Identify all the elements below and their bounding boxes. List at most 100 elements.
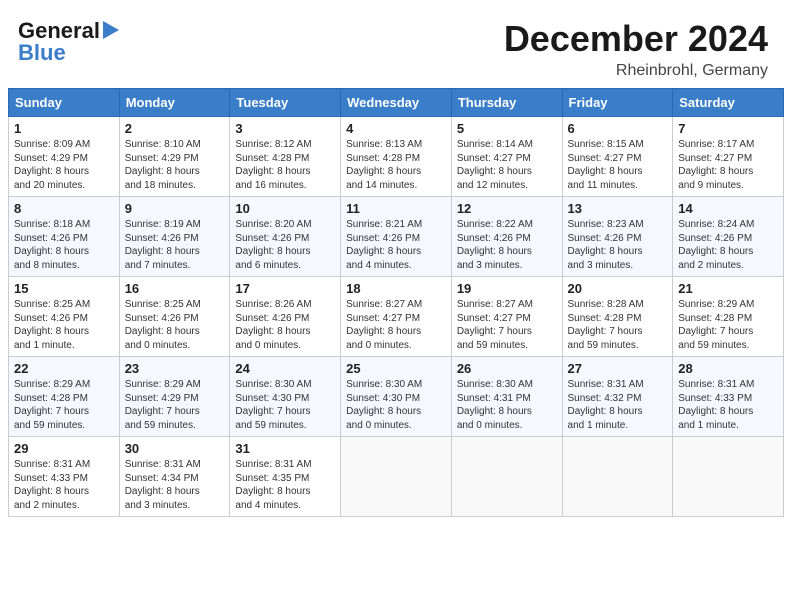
weekday-thursday: Thursday <box>451 89 562 117</box>
logo: General Blue <box>18 18 119 66</box>
day-number: 6 <box>568 121 668 136</box>
calendar-cell: 11 Sunrise: 8:21 AMSunset: 4:26 PMDayligh… <box>341 197 452 277</box>
day-number: 3 <box>235 121 335 136</box>
cell-info: Sunrise: 8:24 AMSunset: 4:26 PMDaylight:… <box>678 218 778 272</box>
day-number: 24 <box>235 361 335 376</box>
calendar-cell: 1 Sunrise: 8:09 AMSunset: 4:29 PMDaylight… <box>9 117 120 197</box>
cell-info: Sunrise: 8:29 AMSunset: 4:28 PMDaylight:… <box>14 378 114 432</box>
calendar-cell: 30 Sunrise: 8:31 AMSunset: 4:34 PMDayligh… <box>119 437 230 517</box>
day-number: 4 <box>346 121 446 136</box>
calendar-cell: 16 Sunrise: 8:25 AMSunset: 4:26 PMDayligh… <box>119 277 230 357</box>
calendar-cell: 8Sunrise: 8:18 AMSunset: 4:26 PMDaylight… <box>9 197 120 277</box>
day-number: 23 <box>125 361 225 376</box>
week-row-5: 29 Sunrise: 8:31 AMSunset: 4:33 PMDayligh… <box>9 437 784 517</box>
calendar-cell: 24 Sunrise: 8:30 AMSunset: 4:30 PMDayligh… <box>230 357 341 437</box>
calendar-cell: 23 Sunrise: 8:29 AMSunset: 4:29 PMDayligh… <box>119 357 230 437</box>
day-number: 30 <box>125 441 225 456</box>
day-number: 12 <box>457 201 557 216</box>
cell-info: Sunrise: 8:28 AMSunset: 4:28 PMDaylight:… <box>568 298 668 352</box>
day-number: 22 <box>14 361 114 376</box>
cell-info: Sunrise: 8:30 AMSunset: 4:31 PMDaylight:… <box>457 378 557 432</box>
day-number: 10 <box>235 201 335 216</box>
calendar-cell: 6 Sunrise: 8:15 AMSunset: 4:27 PMDaylight… <box>562 117 673 197</box>
calendar-cell: 13Sunrise: 8:23 AMSunset: 4:26 PMDayligh… <box>562 197 673 277</box>
day-number: 28 <box>678 361 778 376</box>
calendar-cell: 29 Sunrise: 8:31 AMSunset: 4:33 PMDayligh… <box>9 437 120 517</box>
calendar-cell: 31 Sunrise: 8:31 AMSunset: 4:35 PMDayligh… <box>230 437 341 517</box>
day-number: 26 <box>457 361 557 376</box>
cell-info: Sunrise: 8:12 AMSunset: 4:28 PMDaylight:… <box>235 138 335 192</box>
day-number: 29 <box>14 441 114 456</box>
day-number: 1 <box>14 121 114 136</box>
day-number: 5 <box>457 121 557 136</box>
day-number: 31 <box>235 441 335 456</box>
weekday-sunday: Sunday <box>9 89 120 117</box>
calendar-cell: 10Sunrise: 8:20 AMSunset: 4:26 PMDayligh… <box>230 197 341 277</box>
cell-info: Sunrise: 8:23 AMSunset: 4:26 PMDaylight:… <box>568 218 668 272</box>
cell-info: Sunrise: 8:30 AMSunset: 4:30 PMDaylight:… <box>346 378 446 432</box>
cell-info: Sunrise: 8:31 AMSunset: 4:34 PMDaylight:… <box>125 458 225 512</box>
cell-info: Sunrise: 8:29 AMSunset: 4:28 PMDaylight:… <box>678 298 778 352</box>
day-number: 19 <box>457 281 557 296</box>
calendar-cell: 17Sunrise: 8:26 AMSunset: 4:26 PMDayligh… <box>230 277 341 357</box>
calendar-cell: 19Sunrise: 8:27 AMSunset: 4:27 PMDayligh… <box>451 277 562 357</box>
cell-info: Sunrise: 8:30 AMSunset: 4:30 PMDaylight:… <box>235 378 335 432</box>
weekday-saturday: Saturday <box>673 89 784 117</box>
cell-info: Sunrise: 8:31 AMSunset: 4:35 PMDaylight:… <box>235 458 335 512</box>
calendar-cell: 14 Sunrise: 8:24 AMSunset: 4:26 PMDayligh… <box>673 197 784 277</box>
month-year: December 2024 <box>504 18 768 60</box>
cell-info: Sunrise: 8:18 AMSunset: 4:26 PMDaylight:… <box>14 218 114 272</box>
day-number: 27 <box>568 361 668 376</box>
weekday-wednesday: Wednesday <box>341 89 452 117</box>
cell-info: Sunrise: 8:14 AMSunset: 4:27 PMDaylight:… <box>457 138 557 192</box>
location: Rheinbrohl, Germany <box>504 62 768 80</box>
weekday-friday: Friday <box>562 89 673 117</box>
day-number: 17 <box>235 281 335 296</box>
day-number: 14 <box>678 201 778 216</box>
day-number: 25 <box>346 361 446 376</box>
calendar-cell <box>562 437 673 517</box>
cell-info: Sunrise: 8:31 AMSunset: 4:33 PMDaylight:… <box>14 458 114 512</box>
calendar-cell: 12 Sunrise: 8:22 AMSunset: 4:26 PMDayligh… <box>451 197 562 277</box>
calendar-cell: 21 Sunrise: 8:29 AMSunset: 4:28 PMDayligh… <box>673 277 784 357</box>
weekday-header-row: SundayMondayTuesdayWednesdayThursdayFrid… <box>9 89 784 117</box>
calendar-cell: 5 Sunrise: 8:14 AMSunset: 4:27 PMDaylight… <box>451 117 562 197</box>
cell-info: Sunrise: 8:22 AMSunset: 4:26 PMDaylight:… <box>457 218 557 272</box>
title-block: December 2024 Rheinbrohl, Germany <box>504 18 768 80</box>
cell-info: Sunrise: 8:19 AMSunset: 4:26 PMDaylight:… <box>125 218 225 272</box>
cell-info: Sunrise: 8:15 AMSunset: 4:27 PMDaylight:… <box>568 138 668 192</box>
day-number: 20 <box>568 281 668 296</box>
day-number: 7 <box>678 121 778 136</box>
cell-info: Sunrise: 8:29 AMSunset: 4:29 PMDaylight:… <box>125 378 225 432</box>
week-row-1: 1 Sunrise: 8:09 AMSunset: 4:29 PMDaylight… <box>9 117 784 197</box>
calendar-cell: 20 Sunrise: 8:28 AMSunset: 4:28 PMDayligh… <box>562 277 673 357</box>
cell-info: Sunrise: 8:21 AMSunset: 4:26 PMDaylight:… <box>346 218 446 272</box>
week-row-4: 22 Sunrise: 8:29 AMSunset: 4:28 PMDayligh… <box>9 357 784 437</box>
cell-info: Sunrise: 8:10 AMSunset: 4:29 PMDaylight:… <box>125 138 225 192</box>
cell-info: Sunrise: 8:25 AMSunset: 4:26 PMDaylight:… <box>125 298 225 352</box>
cell-info: Sunrise: 8:25 AMSunset: 4:26 PMDaylight:… <box>14 298 114 352</box>
calendar-cell <box>451 437 562 517</box>
day-number: 21 <box>678 281 778 296</box>
calendar-cell: 18 Sunrise: 8:27 AMSunset: 4:27 PMDayligh… <box>341 277 452 357</box>
calendar-cell <box>341 437 452 517</box>
day-number: 18 <box>346 281 446 296</box>
calendar-table: SundayMondayTuesdayWednesdayThursdayFrid… <box>8 88 784 517</box>
day-number: 9 <box>125 201 225 216</box>
calendar-cell: 25 Sunrise: 8:30 AMSunset: 4:30 PMDayligh… <box>341 357 452 437</box>
cell-info: Sunrise: 8:31 AMSunset: 4:32 PMDaylight:… <box>568 378 668 432</box>
header: General Blue December 2024 Rheinbrohl, G… <box>0 0 792 88</box>
day-number: 16 <box>125 281 225 296</box>
calendar-cell: 9 Sunrise: 8:19 AMSunset: 4:26 PMDaylight… <box>119 197 230 277</box>
calendar-cell: 22 Sunrise: 8:29 AMSunset: 4:28 PMDayligh… <box>9 357 120 437</box>
day-number: 2 <box>125 121 225 136</box>
calendar-cell: 4Sunrise: 8:13 AMSunset: 4:28 PMDaylight… <box>341 117 452 197</box>
calendar-cell: 27 Sunrise: 8:31 AMSunset: 4:32 PMDayligh… <box>562 357 673 437</box>
cell-info: Sunrise: 8:27 AMSunset: 4:27 PMDaylight:… <box>346 298 446 352</box>
cell-info: Sunrise: 8:31 AMSunset: 4:33 PMDaylight:… <box>678 378 778 432</box>
week-row-2: 8Sunrise: 8:18 AMSunset: 4:26 PMDaylight… <box>9 197 784 277</box>
calendar-cell: 26 Sunrise: 8:30 AMSunset: 4:31 PMDayligh… <box>451 357 562 437</box>
weekday-tuesday: Tuesday <box>230 89 341 117</box>
day-number: 11 <box>346 201 446 216</box>
cell-info: Sunrise: 8:09 AMSunset: 4:29 PMDaylight:… <box>14 138 114 192</box>
